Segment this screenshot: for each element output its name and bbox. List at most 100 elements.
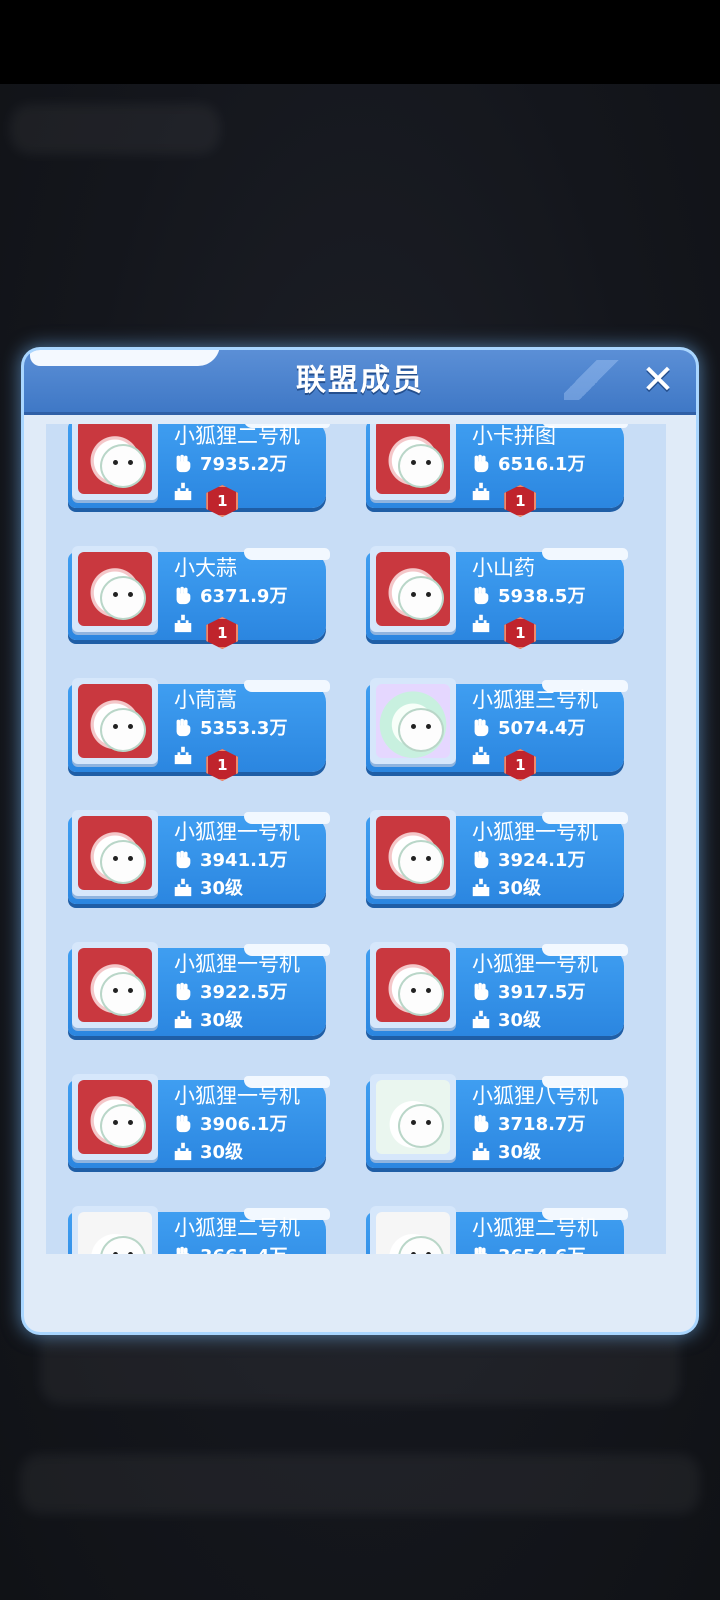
- member-power: 3906.1万: [172, 1112, 287, 1136]
- face-icon: [398, 1236, 444, 1254]
- avatar-frame[interactable]: [72, 810, 158, 896]
- power-value: 5074.4万: [498, 718, 586, 739]
- member-card[interactable]: 小狐狸一号机 3922.5万 30级: [64, 942, 332, 1044]
- member-name: 小狐狸三号机: [472, 688, 598, 712]
- power-value: 3718.7万: [498, 1114, 586, 1135]
- rank-badge-icon: 1: [206, 749, 239, 781]
- face-icon: [100, 1104, 146, 1148]
- avatar: [78, 1080, 152, 1154]
- avatar: [78, 552, 152, 626]
- background-blur: [40, 1324, 680, 1404]
- member-level: 1: [470, 744, 537, 781]
- member-name: 小狐狸八号机: [472, 1084, 598, 1108]
- power-value: 3917.5万: [498, 982, 586, 1003]
- background-blur: [20, 1454, 700, 1514]
- member-name: 小茼蒿: [174, 688, 237, 712]
- castle-icon: [174, 1010, 192, 1029]
- close-icon[interactable]: ✕: [638, 360, 678, 400]
- avatar-frame[interactable]: [72, 424, 158, 500]
- member-card[interactable]: 小狐狸三号机 5074.4万 1: [362, 678, 630, 781]
- rank-badge-icon: 1: [206, 617, 239, 649]
- member-level: 1: [470, 612, 537, 649]
- member-power: 5938.5万: [470, 584, 585, 608]
- member-level: 1: [172, 612, 239, 649]
- face-icon: [398, 576, 444, 620]
- level-value: 30级: [200, 1142, 244, 1163]
- member-card[interactable]: 小狐狸一号机 3906.1万 30级: [64, 1074, 332, 1176]
- face-icon: [100, 1236, 146, 1254]
- member-power: 3922.5万: [172, 980, 287, 1004]
- avatar-frame[interactable]: [370, 942, 456, 1028]
- rank-badge-icon: 1: [206, 485, 239, 517]
- member-name: 小狐狸一号机: [174, 952, 300, 976]
- fist-icon: [474, 718, 489, 737]
- member-card[interactable]: 小茼蒿 5353.3万 1: [64, 678, 332, 781]
- member-power: 6516.1万: [470, 452, 585, 476]
- avatar-frame[interactable]: [72, 546, 158, 632]
- fist-icon: [474, 1246, 488, 1254]
- member-power: 7935.2万: [172, 452, 287, 476]
- castle-icon: [472, 878, 490, 897]
- avatar-frame[interactable]: [72, 942, 158, 1028]
- power-value: 6371.9万: [200, 586, 288, 607]
- avatar-frame[interactable]: [370, 678, 456, 764]
- member-card[interactable]: 小狐狸一号机 3924.1万 30级: [362, 810, 630, 912]
- avatar-frame[interactable]: [370, 810, 456, 896]
- face-icon: [100, 444, 146, 488]
- fist-icon: [176, 718, 191, 737]
- avatar-frame[interactable]: [370, 1206, 456, 1254]
- member-power: 3917.5万: [470, 980, 585, 1004]
- member-name: 小狐狸一号机: [472, 952, 598, 976]
- member-card[interactable]: 小卡拼图 6516.1万 1: [362, 424, 630, 517]
- member-level: 1: [172, 480, 239, 517]
- face-icon: [100, 972, 146, 1016]
- avatar-frame[interactable]: [370, 546, 456, 632]
- level-value: 30级: [200, 1010, 244, 1031]
- avatar-frame[interactable]: [72, 1206, 158, 1254]
- face-icon: [398, 708, 444, 752]
- castle-icon: [174, 482, 192, 501]
- member-card[interactable]: 小山药 5938.5万 1: [362, 546, 630, 649]
- fist-icon: [474, 454, 489, 473]
- face-icon: [100, 708, 146, 752]
- castle-icon: [472, 614, 490, 633]
- level-value: 30级: [498, 1142, 542, 1163]
- power-value: 5353.3万: [200, 718, 288, 739]
- member-card[interactable]: 小狐狸二号机 7935.2万 1: [64, 424, 332, 517]
- member-card[interactable]: 小狐狸八号机 3718.7万 30级: [362, 1074, 630, 1176]
- fist-icon: [176, 454, 191, 473]
- member-card[interactable]: 小狐狸一号机 3941.1万 30级: [64, 810, 332, 912]
- avatar: [78, 816, 152, 890]
- avatar-frame[interactable]: [370, 1074, 456, 1160]
- member-card[interactable]: 小狐狸二号机 3654.6万: [362, 1206, 630, 1254]
- member-level: 30级: [172, 1008, 243, 1032]
- member-name: 小狐狸二号机: [472, 1216, 598, 1240]
- member-power: 3654.6万: [470, 1244, 585, 1254]
- power-value: 3922.5万: [200, 982, 288, 1003]
- fist-icon: [176, 586, 191, 605]
- member-list[interactable]: 小狐狸二号机 7935.2万 1 小卡拼图 6516.1万 1 小大蒜 6371…: [46, 424, 666, 1254]
- level-value: 30级: [498, 878, 542, 899]
- member-name: 小狐狸一号机: [174, 820, 300, 844]
- avatar-frame[interactable]: [72, 678, 158, 764]
- face-icon: [100, 840, 146, 884]
- castle-icon: [174, 878, 192, 897]
- status-bar: [0, 0, 720, 84]
- rank-badge-icon: 1: [504, 485, 537, 517]
- face-icon: [398, 444, 444, 488]
- member-card[interactable]: 小大蒜 6371.9万 1: [64, 546, 332, 649]
- member-card[interactable]: 小狐狸二号机 3661.4万: [64, 1206, 332, 1254]
- power-value: 5938.5万: [498, 586, 586, 607]
- avatar-frame[interactable]: [370, 424, 456, 500]
- fist-icon: [176, 982, 191, 1001]
- member-power: 3924.1万: [470, 848, 585, 872]
- power-value: 7935.2万: [200, 454, 288, 475]
- member-level: 1: [172, 744, 239, 781]
- avatar: [376, 424, 450, 494]
- avatar: [376, 684, 450, 758]
- avatar-frame[interactable]: [72, 1074, 158, 1160]
- power-value: 3941.1万: [200, 850, 288, 871]
- member-card[interactable]: 小狐狸一号机 3917.5万 30级: [362, 942, 630, 1044]
- avatar: [78, 948, 152, 1022]
- avatar: [78, 684, 152, 758]
